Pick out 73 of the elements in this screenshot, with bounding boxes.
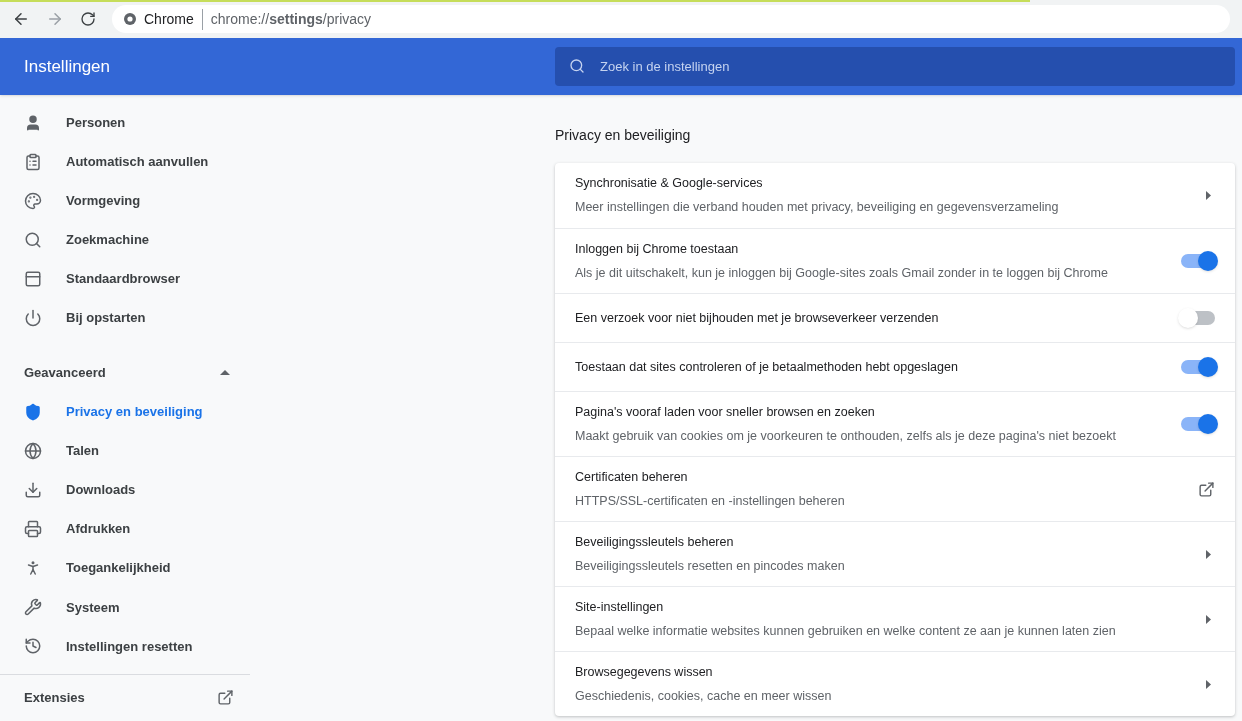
row-title: Toestaan dat sites controleren of je betaalmethoden hebt opgeslagen — [575, 358, 958, 376]
section-title: Privacy en beveiliging — [555, 126, 692, 145]
printer-icon — [24, 520, 42, 539]
external-link-icon[interactable] — [217, 689, 234, 707]
sidebar-item[interactable]: Instellingen resetten — [0, 626, 250, 666]
toggle-switch[interactable] — [1181, 360, 1215, 374]
settings-row[interactable]: Een verzoek voor niet bijhouden met je browseverkeer verzenden — [555, 293, 1235, 342]
url-text: chrome://settings/privacy — [210, 9, 372, 29]
history-icon — [24, 637, 42, 656]
settings-row[interactable]: Beveiligingssleutels beheren Beveiligingssleutels resetten en pincodes maken — [555, 521, 1235, 586]
settings-row[interactable]: Browsegegevens wissen Geschiedenis, cookies, cache en meer wissen — [555, 651, 1235, 716]
caret-icon — [1206, 614, 1211, 624]
browser-logo-icon — [124, 13, 136, 25]
row-title: Pagina's vooraf laden voor sneller browsen en zoeken — [575, 403, 876, 421]
sidebar-item[interactable]: Toegankelijkheid — [0, 548, 250, 588]
search-icon — [24, 230, 42, 249]
settings-row[interactable]: Pagina's vooraf laden voor sneller browsen en zoeken Maakt gebruik van cookies om je voorkeuren te onthouden, zelfs als je deze pagina's niet bezoekt — [555, 391, 1235, 456]
row-title: Inloggen bij Chrome toestaan — [575, 240, 740, 258]
row-description: Geschiedenis, cookies, cache en meer wissen — [575, 687, 832, 705]
row-description: Meer instellingen die verband houden met privacy, beveiliging en gegevensverzameling — [575, 199, 1059, 216]
palette-icon — [24, 191, 42, 210]
sidebar-item[interactable]: Afdrukken — [0, 509, 250, 549]
row-description: HTTPS/SSL-certificaten en -instellingen beheren — [575, 492, 845, 510]
row-description: Bepaal welke informatie websites kunnen gebruiken en welke content ze aan je kunnen laten zien — [575, 622, 1116, 640]
settings-row[interactable]: Synchronisatie & Google-services Meer instellingen die verband houden met privacy, beveiliging en gegevensverzameling — [555, 163, 1235, 228]
caret-icon — [220, 370, 230, 376]
sidebar-item[interactable]: Systeem — [0, 587, 250, 627]
sidebar-item[interactable]: Privacy en beveiliging — [0, 392, 250, 432]
sidebar-item[interactable]: Downloads — [0, 470, 250, 510]
toggle-switch[interactable] — [1181, 311, 1215, 325]
row-title: Browsegegevens wissen — [575, 663, 714, 681]
sidebar-item[interactable]: Vormgeving — [0, 181, 250, 221]
shield-icon — [24, 402, 42, 421]
search-icon — [569, 58, 585, 74]
caret-icon — [1206, 191, 1211, 200]
settings-row[interactable]: Site-instellingen Bepaal welke informatie websites kunnen gebruiken en welke content ze aan je kunnen laten zien — [555, 586, 1235, 651]
row-description: Beveiligingssleutels resetten en pincodes maken — [575, 557, 845, 575]
sidebar-item[interactable]: Automatisch aanvullen — [0, 142, 250, 182]
site-label: Chrome — [144, 8, 203, 30]
settings-row[interactable]: Toestaan dat sites controleren of je betaalmethoden hebt opgeslagen — [555, 342, 1235, 391]
reload-icon[interactable] — [80, 11, 96, 27]
toggle-switch[interactable] — [1181, 254, 1215, 268]
power-icon — [24, 309, 42, 327]
globe-icon — [24, 441, 42, 460]
clipboard-icon — [24, 152, 42, 171]
person-icon — [24, 113, 42, 132]
extensions-link[interactable]: Extensies — [24, 688, 85, 708]
back-icon[interactable] — [12, 10, 30, 28]
row-title: Site-instellingen — [575, 598, 665, 616]
search-field[interactable]: Zoek in de instellingen — [555, 47, 1235, 86]
row-description: Maakt gebruik van cookies om je voorkeuren te onthouden, zelfs als je deze pagina's niet bezoekt — [575, 427, 1116, 445]
sidebar-item[interactable]: Standaardbrowser — [0, 259, 250, 299]
row-title: Een verzoek voor niet bijhouden met je browseverkeer verzenden — [575, 309, 939, 327]
sidebar-item[interactable]: Bij opstarten — [0, 298, 250, 338]
row-description: Als je dit uitschakelt, kun je inloggen bij Google-sites zoals Gmail zonder in te loggen bij Chrome — [575, 264, 1108, 282]
settings-row[interactable]: Inloggen bij Chrome toestaan Als je dit uitschakelt, kun je inloggen bij Google-sites zoals Gmail zonder in te loggen bij Chrome — [555, 228, 1235, 293]
address-bar[interactable]: Chrome chrome://settings/privacy — [112, 5, 1230, 33]
row-title: Certificaten beheren — [575, 468, 689, 486]
sidebar-item[interactable]: Personen — [0, 103, 250, 143]
sidebar-item[interactable]: Zoekmachine — [0, 220, 250, 260]
page-title: Instellingen — [23, 55, 111, 78]
external-link-icon — [1198, 480, 1215, 498]
download-icon — [24, 481, 42, 500]
wrench-icon — [24, 598, 42, 617]
row-title: Beveiligingssleutels beheren — [575, 533, 735, 551]
browser-window-icon — [24, 269, 42, 288]
caret-icon — [1206, 679, 1211, 689]
sidebar-item[interactable]: Talen — [0, 431, 250, 471]
advanced-toggle[interactable]: Geavanceerd — [0, 353, 250, 393]
settings-row[interactable]: Certificaten beheren HTTPS/SSL-certificaten en -instellingen beheren — [555, 456, 1235, 521]
toggle-switch[interactable] — [1181, 417, 1215, 431]
caret-icon — [1206, 549, 1211, 559]
row-title: Synchronisatie & Google-services — [575, 175, 764, 193]
